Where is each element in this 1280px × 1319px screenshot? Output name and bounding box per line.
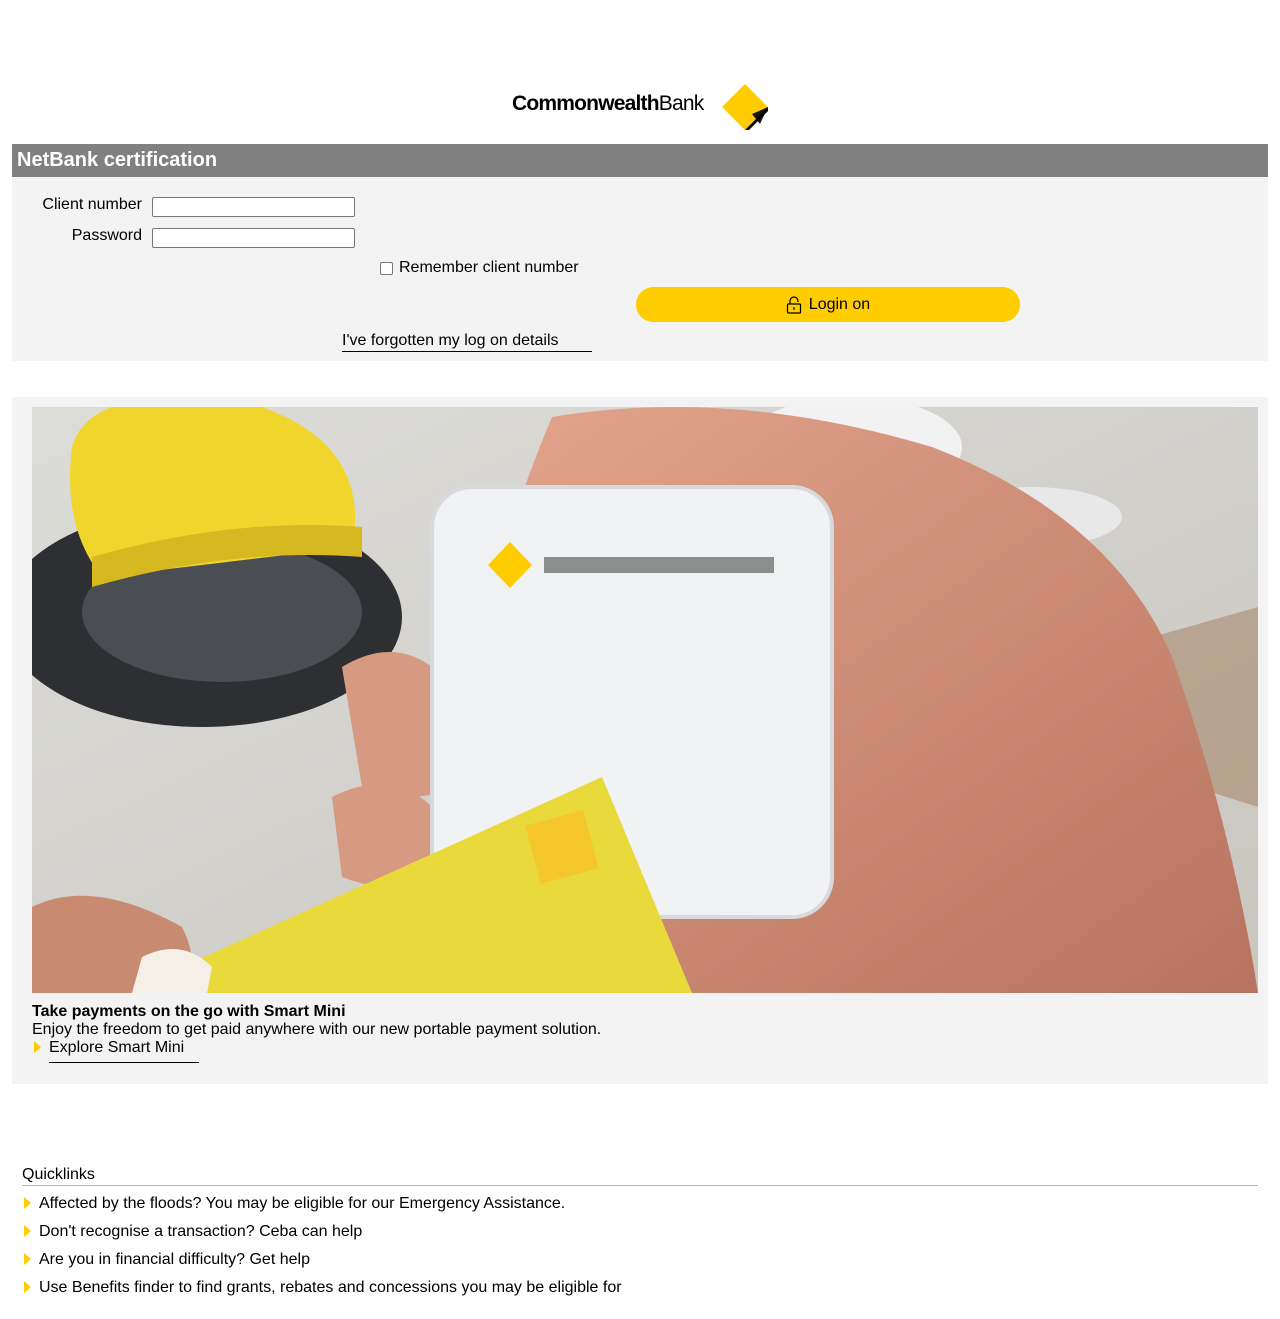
promo-title: Take payments on the go with Smart Mini [32, 1003, 346, 1020]
remember-label: Remember client number [399, 259, 579, 276]
smart-mini-photo [32, 407, 1258, 993]
quicklink-label: Are you in financial difficulty? Get hel… [39, 1251, 310, 1268]
forgot-logon-link[interactable]: I've forgotten my log on details [342, 332, 592, 352]
quicklink-item[interactable]: Use Benefits finder to find grants, reba… [24, 1279, 622, 1307]
promo-description: Enjoy the freedom to get paid anywhere w… [32, 1021, 602, 1038]
chevron-right-icon [24, 1225, 31, 1237]
chevron-right-icon [24, 1253, 31, 1265]
explore-smart-mini-label: Explore Smart Mini [49, 1039, 199, 1063]
password-input[interactable] [152, 228, 355, 248]
cba-diamond-icon [722, 84, 768, 130]
quicklink-label: Affected by the floods? You may be eligi… [39, 1195, 566, 1212]
smart-mini-illustration [32, 407, 1258, 993]
explore-smart-mini-link[interactable]: Explore Smart Mini [34, 1039, 199, 1063]
quicklink-label: Don't recognise a transaction? Ceba can … [39, 1223, 363, 1240]
chevron-right-icon [24, 1281, 31, 1293]
panel-header: NetBank certification [12, 144, 1268, 177]
quicklink-item[interactable]: Don't recognise a transaction? Ceba can … [24, 1223, 622, 1251]
quicklink-label: Use Benefits finder to find grants, reba… [39, 1279, 622, 1296]
client-number-input[interactable] [152, 197, 355, 217]
password-label: Password [71, 227, 142, 244]
quicklinks-list: Affected by the floods? You may be eligi… [24, 1195, 622, 1307]
client-number-label: Client number [42, 196, 142, 213]
logo-wordmark: CommonwealthBank [512, 92, 704, 115]
remember-checkbox[interactable] [380, 261, 393, 275]
remember-client-number[interactable]: Remember client number [380, 259, 579, 277]
quicklink-item[interactable]: Are you in financial difficulty? Get hel… [24, 1251, 622, 1279]
quicklink-item[interactable]: Affected by the floods? You may be eligi… [24, 1195, 622, 1223]
commonwealth-bank-logo[interactable]: CommonwealthBank [510, 84, 770, 132]
login-button[interactable]: Login on [636, 287, 1020, 322]
login-panel: NetBank certification Client number Pass… [12, 144, 1268, 361]
chevron-right-icon [34, 1041, 41, 1053]
quicklinks-title: Quicklinks [22, 1166, 1258, 1186]
login-button-label: Login on [808, 295, 871, 313]
lock-icon [786, 295, 801, 314]
promo-panel: Take payments on the go with Smart Mini … [12, 397, 1268, 1084]
chevron-right-icon [24, 1197, 31, 1209]
